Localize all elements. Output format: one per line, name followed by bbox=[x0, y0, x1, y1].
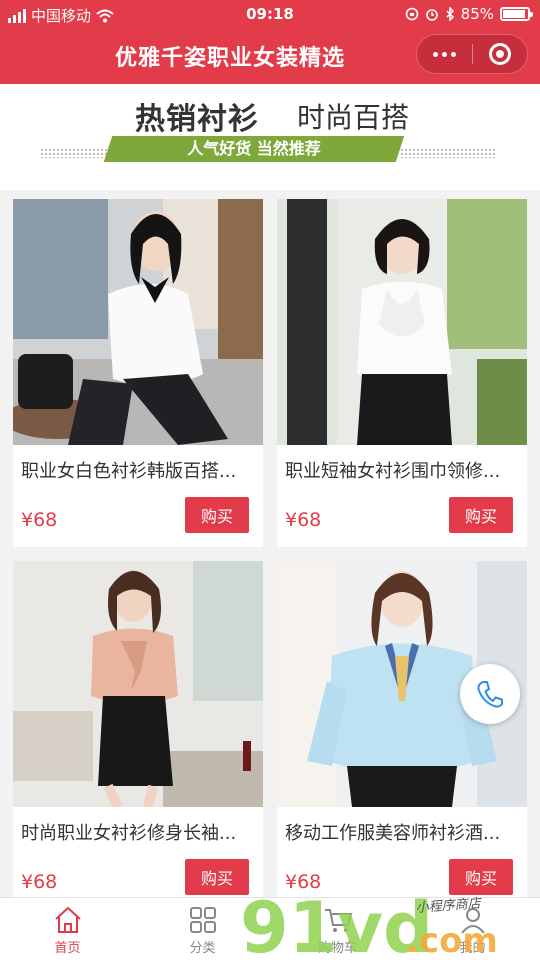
battery-percent: 85% bbox=[460, 5, 494, 23]
product-image[interactable] bbox=[277, 199, 527, 445]
product-card[interactable]: 职业短袖女衬衫围巾领修... ¥68 购买 bbox=[277, 199, 527, 547]
product-name[interactable]: 时尚职业女衬衫修身长袖... bbox=[21, 819, 257, 845]
tab-home[interactable]: 首页 bbox=[0, 898, 135, 960]
alarm-icon bbox=[425, 9, 438, 21]
product-price: ¥68 bbox=[21, 871, 58, 893]
banner-subtitle: 人气好货 当然推荐 bbox=[187, 139, 321, 158]
call-button[interactable] bbox=[460, 664, 520, 724]
close-program-button[interactable] bbox=[473, 35, 528, 73]
buy-button[interactable]: 购买 bbox=[449, 497, 513, 533]
rotation-lock-icon bbox=[405, 7, 418, 21]
tab-label: 购物车 bbox=[317, 941, 357, 956]
nav-bar: 优雅千姿职业女装精选 bbox=[0, 28, 540, 84]
battery-icon bbox=[500, 7, 533, 21]
product-card[interactable]: 职业女白色衬衫韩版百搭... ¥68 购买 bbox=[13, 199, 263, 547]
status-bar: 中国移动 09:18 85% bbox=[0, 0, 540, 28]
product-name[interactable]: 职业短袖女衬衫围巾领修... bbox=[285, 457, 521, 483]
product-image[interactable] bbox=[13, 199, 263, 445]
tab-bar: 首页 分类 购物车 我的 bbox=[0, 897, 540, 960]
buy-button[interactable]: 购买 bbox=[185, 859, 249, 895]
product-price: ¥68 bbox=[21, 509, 58, 531]
tab-label: 分类 bbox=[189, 941, 216, 956]
promo-banner[interactable]: 热销衬衫 时尚百搭 人气好货 当然推荐 bbox=[0, 84, 540, 190]
tab-mine[interactable]: 我的 bbox=[405, 898, 540, 960]
home-icon bbox=[54, 906, 81, 933]
user-icon bbox=[460, 908, 485, 934]
banner-title: 热销衬衫 bbox=[135, 102, 259, 137]
tab-cart[interactable]: 购物车 bbox=[270, 898, 405, 960]
banner-dots-right bbox=[400, 148, 495, 158]
phone-icon bbox=[477, 681, 503, 708]
more-menu-button[interactable] bbox=[417, 35, 472, 73]
product-image[interactable] bbox=[13, 561, 263, 807]
tab-category[interactable]: 分类 bbox=[135, 898, 270, 960]
grid-icon bbox=[189, 907, 216, 933]
buy-button[interactable]: 购买 bbox=[449, 859, 513, 895]
product-card[interactable]: 时尚职业女衬衫修身长袖... ¥68 购买 bbox=[13, 561, 263, 906]
product-card[interactable]: 移动工作服美容师衬衫酒... ¥68 购买 bbox=[277, 561, 527, 906]
tab-label: 首页 bbox=[54, 941, 81, 956]
banner-title-2: 时尚百搭 bbox=[297, 101, 410, 134]
bluetooth-icon bbox=[446, 7, 454, 21]
product-name[interactable]: 移动工作服美容师衬衫酒... bbox=[285, 819, 521, 845]
target-icon bbox=[488, 43, 511, 65]
page-title: 优雅千姿职业女装精选 bbox=[114, 46, 345, 71]
product-price: ¥68 bbox=[285, 509, 322, 531]
tab-label: 我的 bbox=[459, 941, 486, 956]
buy-button[interactable]: 购买 bbox=[185, 497, 249, 533]
mini-program-capsule bbox=[416, 34, 528, 74]
product-name[interactable]: 职业女白色衬衫韩版百搭... bbox=[21, 457, 257, 483]
product-price: ¥68 bbox=[285, 871, 322, 893]
cart-icon bbox=[324, 909, 352, 932]
